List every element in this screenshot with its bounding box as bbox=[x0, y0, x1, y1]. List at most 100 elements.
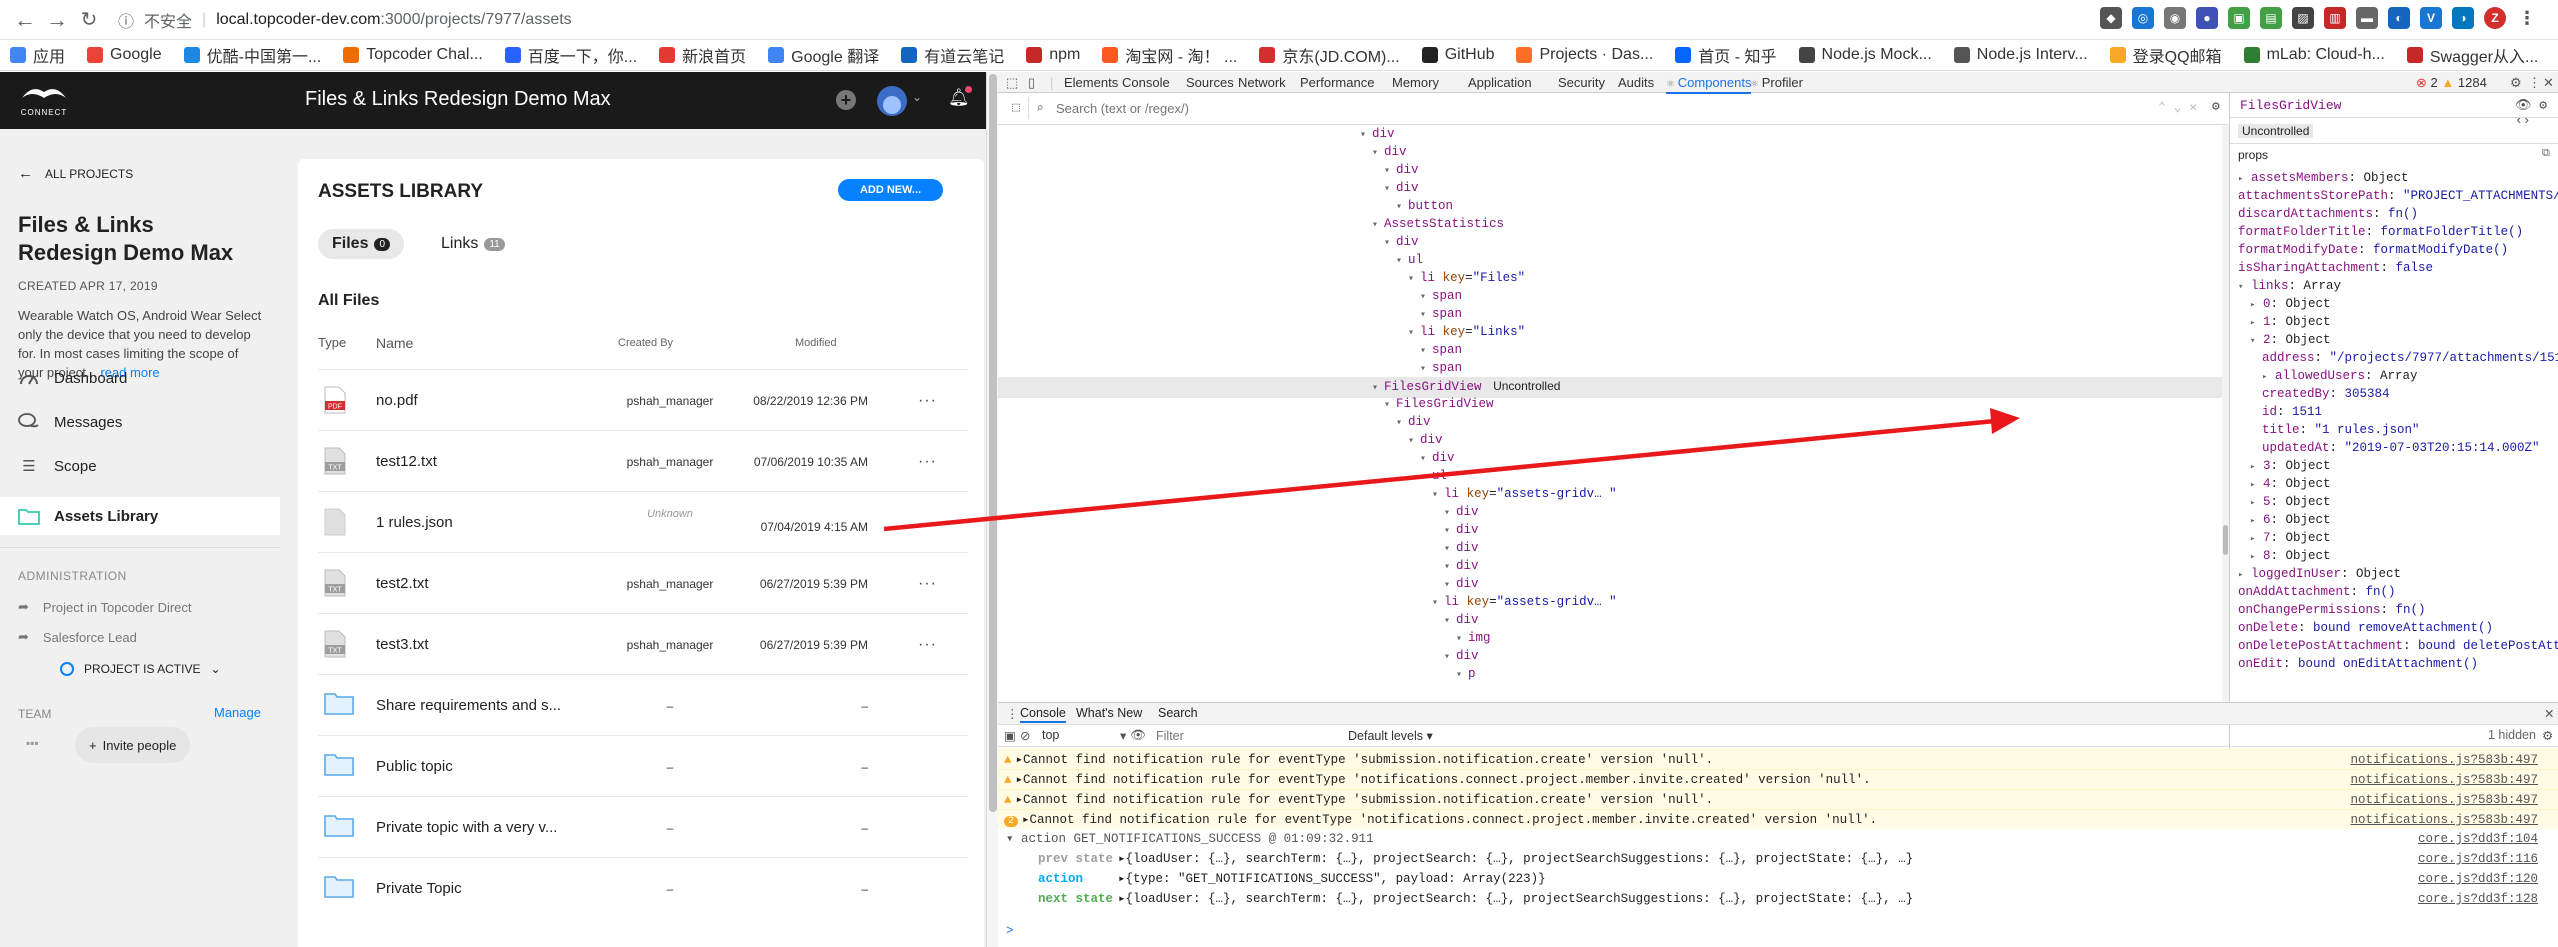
tree-node[interactable]: ▾ div bbox=[998, 557, 2222, 577]
tree-toggle-icon[interactable]: ▾ bbox=[1444, 616, 1456, 627]
tree-scrollbar-thumb[interactable] bbox=[2223, 525, 2228, 555]
inspect-element-icon[interactable]: ⬚ bbox=[1006, 75, 1018, 91]
profile-avatar[interactable]: Z bbox=[2484, 7, 2506, 29]
clear-console-icon[interactable]: ⊘ bbox=[1020, 728, 1030, 743]
bookmark-item[interactable]: 新浪首页 bbox=[659, 43, 746, 67]
prop-row[interactable]: id: 1511 bbox=[2262, 403, 2322, 421]
tree-toggle-icon[interactable]: ▾ bbox=[1408, 328, 1420, 339]
prop-row[interactable]: ▸ loggedInUser: Object bbox=[2238, 565, 2401, 584]
devtools-tab-performance[interactable]: Performance bbox=[1300, 75, 1374, 90]
tree-node[interactable]: ▾ div bbox=[998, 161, 2222, 181]
source-link[interactable]: notifications.js?583b:497 bbox=[2350, 790, 2538, 810]
tree-node[interactable]: ▾ div bbox=[998, 233, 2222, 253]
tree-node[interactable]: ▾ span bbox=[998, 287, 2222, 307]
tree-node[interactable]: ▾ div bbox=[998, 539, 2222, 559]
devtools-tab-sources[interactable]: Sources bbox=[1186, 75, 1234, 90]
prop-row[interactable]: ▸ allowedUsers: Array bbox=[2262, 367, 2417, 386]
prop-row[interactable]: isSharingAttachment: false bbox=[2238, 259, 2433, 277]
copy-icon[interactable]: ⧉ bbox=[2542, 148, 2550, 160]
tree-node[interactable]: ▾ span bbox=[998, 359, 2222, 379]
sidebar-toggle-icon[interactable]: ▣ bbox=[1004, 728, 1016, 743]
expand-arrow-icon[interactable]: ▸ bbox=[2250, 498, 2255, 508]
context-select[interactable]: top bbox=[1042, 728, 1059, 742]
tree-toggle-icon[interactable]: ▾ bbox=[1384, 238, 1396, 249]
file-name[interactable]: no.pdf bbox=[376, 392, 418, 409]
col-modified[interactable]: Modified bbox=[795, 337, 837, 349]
tree-node[interactable]: ▾ div bbox=[998, 431, 2222, 451]
bookmark-item[interactable]: mLab: Cloud-h... bbox=[2243, 46, 2385, 64]
tab-links[interactable]: Links 11 bbox=[433, 229, 513, 259]
tree-toggle-icon[interactable]: ▾ bbox=[1444, 544, 1456, 555]
console-line[interactable]: prev state ▸{loadUser: {…}, searchTerm: {… bbox=[998, 849, 2558, 869]
tree-node[interactable]: ▾ ul bbox=[998, 251, 2222, 271]
expand-arrow-icon[interactable]: ▸ bbox=[2238, 174, 2243, 184]
back-arrow-icon[interactable]: ← bbox=[12, 8, 38, 32]
prop-row[interactable]: onAddAttachment: fn() bbox=[2238, 583, 2396, 601]
tree-node[interactable]: ▾ li key="assets-gridv… " bbox=[998, 485, 2222, 505]
tree-toggle-icon[interactable]: ▾ bbox=[1444, 562, 1456, 573]
expand-arrow-icon[interactable]: ▸ bbox=[2250, 534, 2255, 544]
tree-toggle-icon[interactable]: ▾ bbox=[1396, 256, 1408, 267]
tree-toggle-icon[interactable]: ▾ bbox=[1444, 526, 1456, 537]
table-row[interactable]: Private Topic – – bbox=[318, 857, 968, 918]
tree-node[interactable]: ▾ span bbox=[998, 305, 2222, 325]
log-levels-dropdown[interactable]: Default levels ▾ bbox=[1348, 728, 1433, 743]
prop-row[interactable]: ▸ assetsMembers: Object bbox=[2238, 169, 2409, 188]
expand-arrow-icon[interactable]: ▸ bbox=[2238, 570, 2243, 580]
prop-row[interactable]: formatModifyDate: formatModifyDate() bbox=[2238, 241, 2508, 259]
expand-arrow-icon[interactable]: ▸ bbox=[2250, 516, 2255, 526]
tree-node[interactable]: ▾ li key="assets-gridv… " bbox=[998, 593, 2222, 613]
expand-arrow-icon[interactable]: ▸ bbox=[2250, 318, 2255, 328]
bookmark-item[interactable]: Node.js Mock... bbox=[1798, 46, 1932, 64]
source-link[interactable]: notifications.js?583b:497 bbox=[2350, 810, 2538, 830]
prop-row[interactable]: ▸ 3: Object bbox=[2250, 457, 2330, 476]
prop-row[interactable]: attachmentsStorePath: "PROJECT_ATTACHMEN… bbox=[2238, 187, 2558, 205]
tree-toggle-icon[interactable]: ▾ bbox=[1432, 598, 1444, 609]
bookmark-item[interactable]: Swagger从入... bbox=[2406, 43, 2538, 67]
more-options-icon[interactable]: ··· bbox=[918, 453, 937, 471]
prop-row[interactable]: ▸ 4: Object bbox=[2250, 475, 2330, 494]
kebab-menu-icon[interactable]: ⋮ bbox=[2528, 75, 2541, 91]
bookmark-item[interactable]: 有道云笔记 bbox=[901, 43, 1004, 67]
component-search-input[interactable] bbox=[1056, 98, 1556, 118]
settings-gear-icon[interactable]: ⚙ bbox=[2212, 99, 2220, 114]
bookmark-item[interactable]: 登录QQ邮箱 bbox=[2109, 43, 2222, 67]
props-toolbar-icons[interactable]: 👁︎ ⚙ ‹› bbox=[2515, 98, 2558, 128]
bookmark-item[interactable]: Node.js Interv... bbox=[1953, 46, 2088, 64]
nav-messages[interactable]: Messages bbox=[18, 411, 122, 433]
tree-node[interactable]: ▾ div bbox=[998, 179, 2222, 199]
tree-toggle-icon[interactable]: ▾ bbox=[1420, 346, 1432, 357]
file-name[interactable]: test3.txt bbox=[376, 636, 429, 653]
table-row[interactable]: TXT test2.txt pshah_manager 06/27/2019 5:39… bbox=[318, 552, 968, 613]
bookmark-item[interactable]: 应用 bbox=[10, 43, 65, 67]
tree-toggle-icon[interactable]: ▾ bbox=[1456, 670, 1468, 681]
bookmark-item[interactable]: Google 翻译 bbox=[768, 43, 879, 67]
prop-row[interactable]: createdBy: 305384 bbox=[2262, 385, 2390, 403]
extension-icon[interactable]: ▬ bbox=[2356, 7, 2378, 29]
tree-toggle-icon[interactable]: ▾ bbox=[1444, 508, 1456, 519]
add-new-button[interactable]: ADD NEW... bbox=[838, 179, 943, 201]
drawer-tab[interactable]: Search bbox=[1158, 706, 1198, 720]
file-name[interactable]: test2.txt bbox=[376, 575, 429, 592]
expand-arrow-icon[interactable]: ▸ bbox=[2262, 372, 2267, 382]
tree-toggle-icon[interactable]: ▾ bbox=[1372, 383, 1384, 394]
drawer-menu-icon[interactable]: ⋮ bbox=[1006, 706, 1019, 721]
table-row[interactable]: Share requirements and s... – – bbox=[318, 674, 968, 735]
devtools-tab-components[interactable]: ⚛ Components bbox=[1666, 75, 1752, 94]
devtools-tab-console[interactable]: Console bbox=[1122, 75, 1170, 90]
device-toolbar-icon[interactable]: ▯ bbox=[1028, 75, 1035, 91]
col-name[interactable]: Name bbox=[376, 335, 413, 351]
nav-assets-library[interactable]: Assets Library bbox=[0, 497, 280, 535]
tree-toggle-icon[interactable]: ▾ bbox=[1408, 436, 1420, 447]
source-link[interactable]: notifications.js?583b:497 bbox=[2350, 750, 2538, 770]
prop-row[interactable]: address: "/projects/7977/attachments/151… bbox=[2262, 349, 2558, 367]
console-line[interactable]: ▲ ▸Cannot find notification rule for even… bbox=[998, 769, 2558, 789]
nav-scope[interactable]: ☰ Scope bbox=[18, 455, 96, 477]
extension-icon[interactable]: ◆ bbox=[2100, 7, 2122, 29]
tab-files[interactable]: Files 0 bbox=[318, 229, 405, 259]
table-row[interactable]: Private topic with a very v... – – bbox=[318, 796, 968, 857]
more-options-icon[interactable]: ··· bbox=[918, 636, 937, 654]
tree-node[interactable]: ▾ div bbox=[998, 125, 2222, 145]
tree-toggle-icon[interactable]: ▾ bbox=[1384, 184, 1396, 195]
bookmark-item[interactable]: 优酷-中国第一... bbox=[183, 43, 321, 67]
